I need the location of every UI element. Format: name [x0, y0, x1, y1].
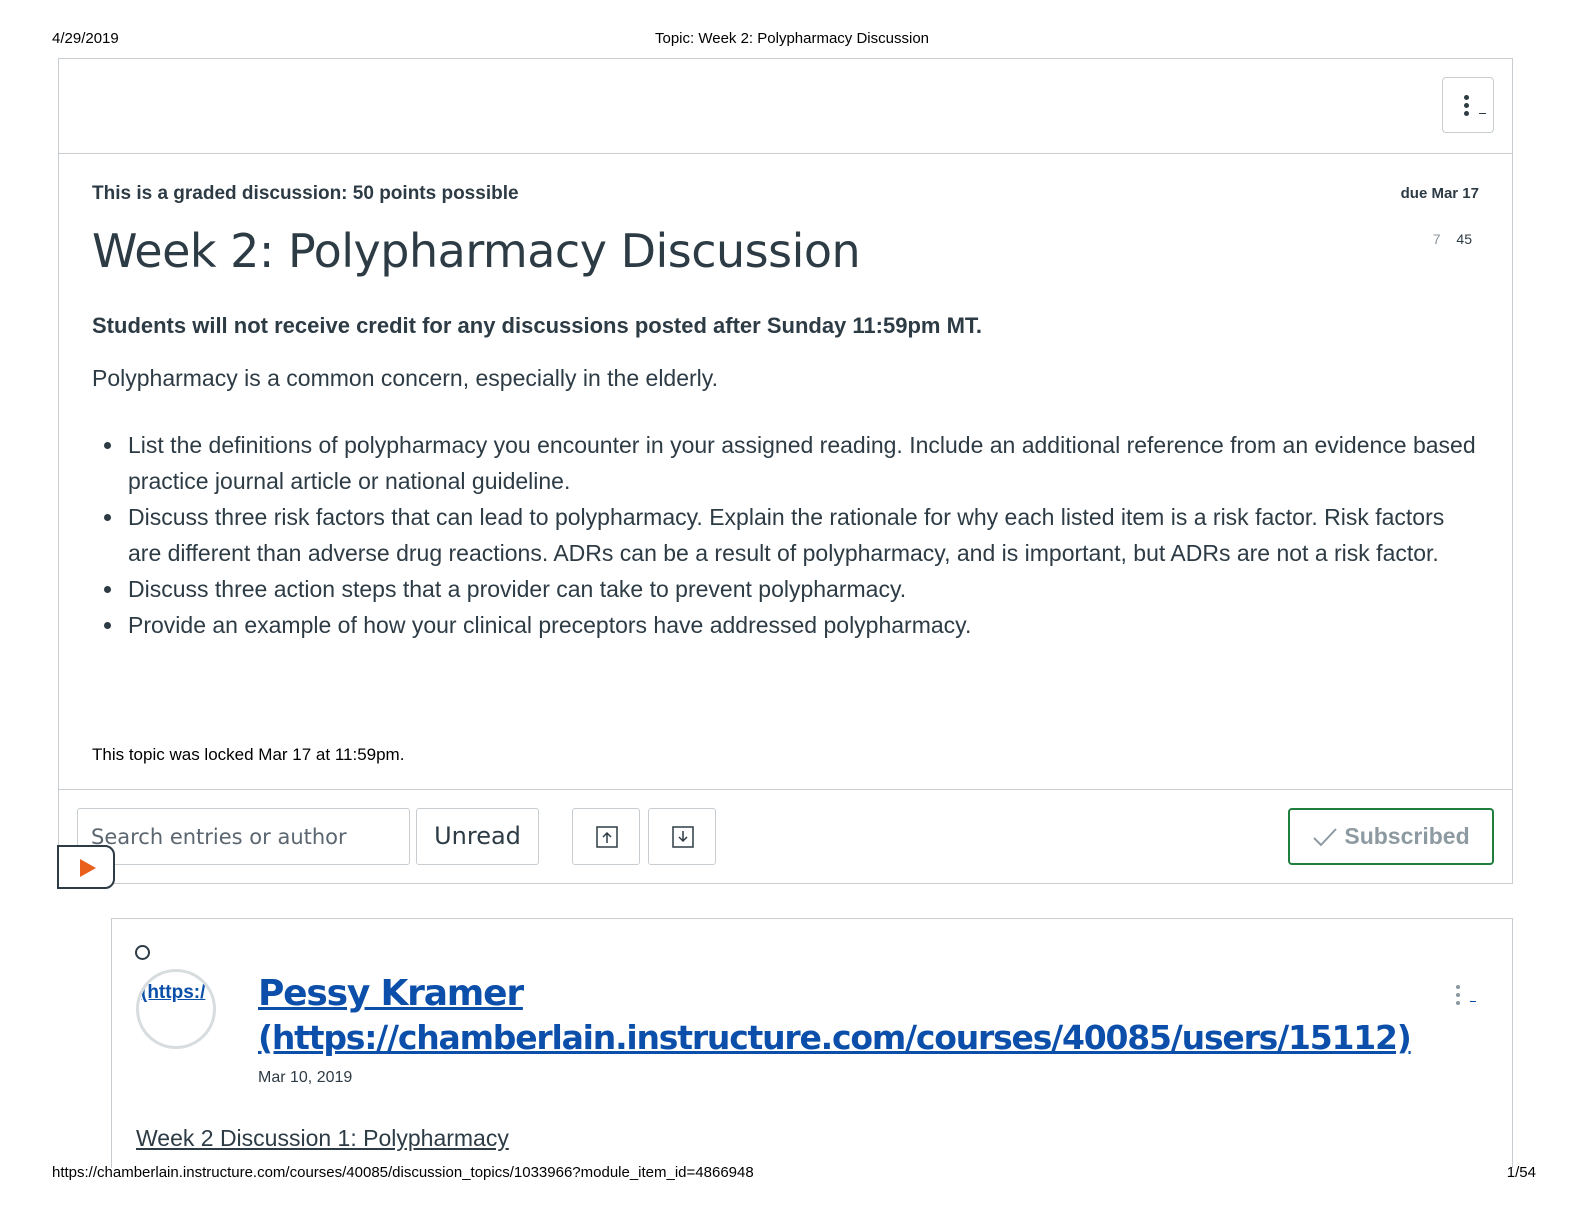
search-input[interactable]	[77, 808, 410, 865]
graded-discussion-label: This is a graded discussion: 50 points p…	[92, 183, 519, 204]
unread-count: 7	[1432, 231, 1441, 247]
prompt-item: Provide an example of how your clinical …	[92, 607, 1482, 643]
prompt-item: Discuss three risk factors that can lead…	[92, 499, 1482, 571]
prompt-item: Discuss three action steps that a provid…	[92, 571, 1482, 607]
subscribed-button[interactable]: Subscribed	[1288, 808, 1494, 865]
kebab-underscore-mark	[1479, 113, 1486, 114]
kebab-underscore-mark	[1470, 1001, 1476, 1002]
avatar[interactable]: (https:/	[136, 969, 216, 1049]
expand-replies-button[interactable]	[648, 808, 716, 865]
author-name-link[interactable]: Pessy Kramer	[258, 973, 524, 1015]
print-page-number: 1/54	[1506, 1164, 1536, 1181]
read-status-indicator[interactable]	[135, 945, 150, 960]
media-player-tab[interactable]	[57, 845, 115, 889]
topic-options-button[interactable]	[1442, 77, 1494, 133]
page-title: Week 2: Polypharmacy Discussion	[92, 224, 861, 278]
prompt-item: List the definitions of polypharmacy you…	[92, 427, 1482, 499]
collapse-replies-icon	[596, 826, 618, 848]
intro-paragraph: Polypharmacy is a common concern, especi…	[92, 365, 718, 391]
reply-counts: 7 45	[1433, 231, 1472, 247]
unread-filter-button[interactable]: Unread	[416, 808, 539, 865]
entry-date: Mar 10, 2019	[258, 1069, 353, 1086]
play-icon	[80, 859, 96, 877]
prompt-list: List the definitions of polypharmacy you…	[92, 427, 1482, 643]
expand-replies-icon	[672, 826, 694, 848]
author-profile-link[interactable]: (https://chamberlain.instructure.com/cou…	[258, 1017, 1412, 1059]
locked-notice: This topic was locked Mar 17 at 11:59pm.	[92, 745, 405, 764]
discussion-topic-card: This is a graded discussion: 50 points p…	[57, 58, 1513, 889]
subscribed-label: Subscribed	[1344, 823, 1470, 849]
entry-options-button[interactable]	[1456, 985, 1478, 1007]
entry-heading: Week 2 Discussion 1: Polypharmacy	[136, 1125, 509, 1151]
print-url: https://chamberlain.instructure.com/cour…	[52, 1164, 754, 1181]
total-count: 45	[1456, 231, 1472, 247]
topic-toolbar	[59, 59, 1512, 154]
discussion-action-bar: Unread Subscribed	[57, 789, 1512, 889]
due-date: due Mar 17	[1400, 185, 1479, 202]
kebab-menu-icon	[1456, 985, 1478, 1005]
credit-warning: Students will not receive credit for any…	[92, 313, 983, 338]
checkmark-icon	[1313, 827, 1338, 846]
discussion-entry: (https:/ Pessy Kramer (https://chamberla…	[111, 918, 1513, 1168]
kebab-menu-icon	[1464, 95, 1470, 119]
print-title: Topic: Week 2: Polypharmacy Discussion	[655, 30, 929, 47]
collapse-replies-button[interactable]	[572, 808, 640, 865]
avatar-link[interactable]: (https:/	[141, 982, 205, 1004]
